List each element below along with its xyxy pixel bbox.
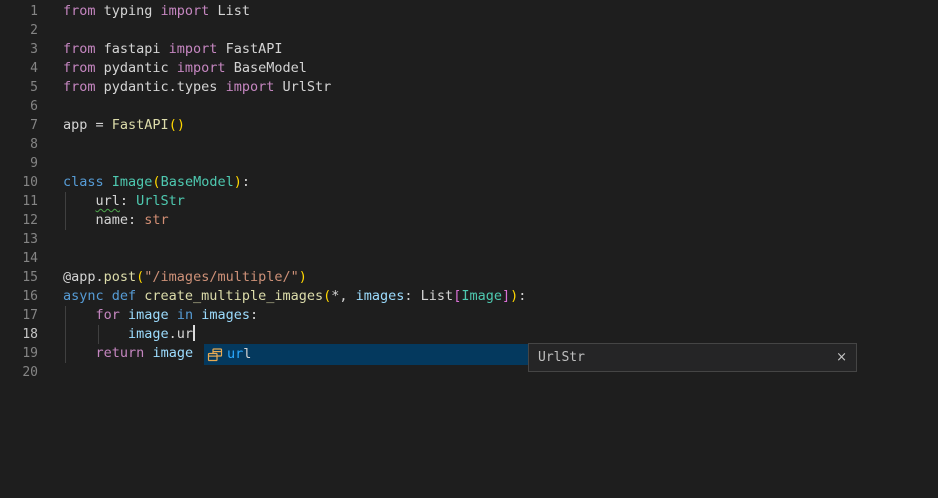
code-text: image.ur [38,325,938,344]
line-number: 16 [0,287,38,306]
line-number: 4 [0,59,38,78]
suggest-widget: url [204,344,528,365]
code-text: app = FastAPI() [38,116,938,135]
code-line-14[interactable]: 14 [0,249,938,268]
code-line-6[interactable]: 6 [0,97,938,116]
suggest-item-url[interactable]: url [227,345,251,364]
code-line-7[interactable]: 7app = FastAPI() [0,116,938,135]
line-number: 9 [0,154,38,173]
line-number: 12 [0,211,38,230]
line-number: 2 [0,21,38,40]
line-number: 18 [0,325,38,344]
indent-guide [65,306,66,325]
line-number: 7 [0,116,38,135]
code-line-16[interactable]: 16async def create_multiple_images(*, im… [0,287,938,306]
code-line-1[interactable]: 1from typing import List [0,2,938,21]
suggest-doc-text: UrlStr [538,348,836,367]
code-line-5[interactable]: 5from pydantic.types import UrlStr [0,78,938,97]
code-text [38,97,938,116]
line-number: 1 [0,2,38,21]
code-editor[interactable]: 1from typing import List23from fastapi i… [0,0,938,498]
code-line-12[interactable]: 12 name: str [0,211,938,230]
line-number: 20 [0,363,38,382]
code-line-17[interactable]: 17 for image in images: [0,306,938,325]
code-text: from pydantic import BaseModel [38,59,938,78]
close-icon[interactable]: × [836,351,847,364]
line-number: 8 [0,135,38,154]
code-line-4[interactable]: 4from pydantic import BaseModel [0,59,938,78]
suggest-rest-text: l [243,346,251,362]
code-text [38,249,938,268]
code-lines: 1from typing import List23from fastapi i… [0,2,938,382]
code-line-13[interactable]: 13 [0,230,938,249]
indent-guide [98,325,99,344]
code-text: from typing import List [38,2,938,21]
code-text: from pydantic.types import UrlStr [38,78,938,97]
code-text: name: str [38,211,938,230]
line-number: 19 [0,344,38,363]
code-text: async def create_multiple_images(*, imag… [38,287,938,306]
code-line-3[interactable]: 3from fastapi import FastAPI [0,40,938,59]
code-text [38,230,938,249]
suggest-doc-panel: UrlStr × [528,343,857,372]
code-text: from fastapi import FastAPI [38,40,938,59]
indent-guide [65,325,66,344]
indent-guide [65,192,66,211]
line-number: 6 [0,97,38,116]
code-text: url: UrlStr [38,192,938,211]
code-text [38,154,938,173]
suggest-match-text: ur [227,346,243,362]
line-number: 13 [0,230,38,249]
code-text [38,21,938,40]
code-text: @app.post("/images/multiple/") [38,268,938,287]
code-line-18[interactable]: 18 image.ur [0,325,938,344]
code-text [38,135,938,154]
code-line-8[interactable]: 8 [0,135,938,154]
line-number: 11 [0,192,38,211]
code-text: class Image(BaseModel): [38,173,938,192]
indent-guide [65,211,66,230]
code-line-10[interactable]: 10class Image(BaseModel): [0,173,938,192]
line-number: 17 [0,306,38,325]
line-number: 10 [0,173,38,192]
code-line-9[interactable]: 9 [0,154,938,173]
line-number: 15 [0,268,38,287]
indent-guide [65,344,66,363]
code-line-2[interactable]: 2 [0,21,938,40]
code-line-15[interactable]: 15@app.post("/images/multiple/") [0,268,938,287]
text-cursor [193,325,195,341]
line-number: 5 [0,78,38,97]
field-icon [207,347,223,363]
code-text: for image in images: [38,306,938,325]
line-number: 14 [0,249,38,268]
line-number: 3 [0,40,38,59]
code-line-11[interactable]: 11 url: UrlStr [0,192,938,211]
